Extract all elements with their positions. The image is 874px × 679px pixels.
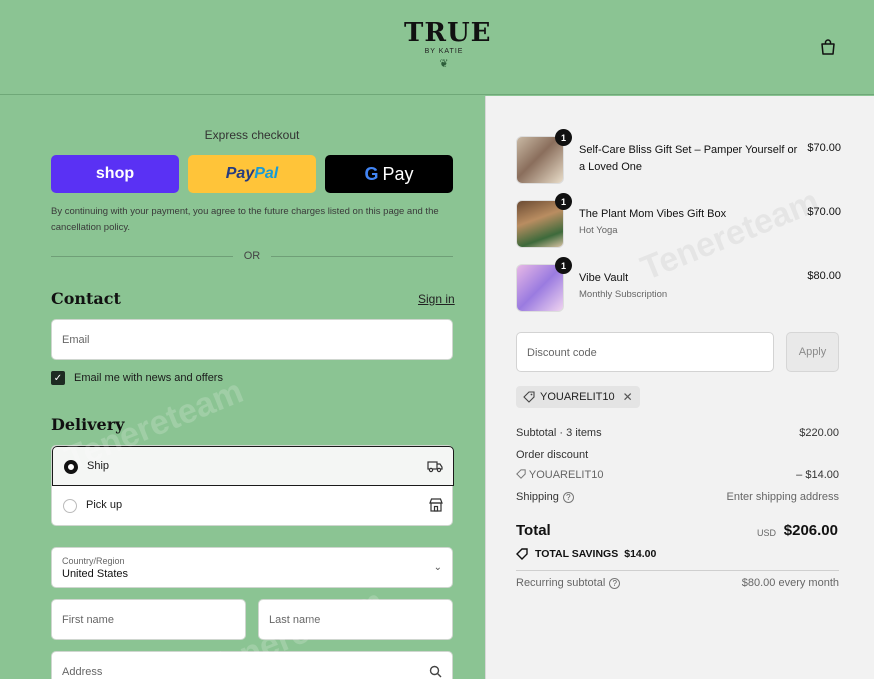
sign-in-link[interactable]: Sign in — [418, 292, 455, 306]
order-summary: 1 Self-Care Bliss Gift Set – Pamper Your… — [485, 96, 874, 679]
savings-value: $14.00 — [624, 548, 657, 560]
total-currency: USD — [756, 528, 776, 538]
logo-tagline: BY KATIE — [424, 48, 464, 55]
paypal-label-pay: Pay — [225, 165, 255, 182]
email-field[interactable]: Email — [51, 319, 453, 360]
delivery-heading: Delivery — [51, 415, 125, 434]
or-divider: OR — [51, 248, 453, 264]
ship-label: Ship — [87, 460, 110, 472]
last-name-placeholder: Last name — [269, 614, 321, 626]
google-g-icon: G — [364, 163, 379, 184]
delivery-option-pickup[interactable]: Pick up — [52, 486, 454, 526]
shop-pay-button[interactable]: shop — [51, 155, 179, 193]
subtotal-label: Subtotal · 3 items — [516, 427, 602, 439]
help-icon[interactable]: ? — [609, 577, 621, 589]
discount-code-placeholder: Discount code — [527, 347, 597, 359]
quantity-badge: 1 — [555, 193, 572, 210]
applied-code: YOUARELIT10 — [540, 391, 615, 403]
quantity-badge: 1 — [555, 129, 572, 146]
item-name: Self-Care Bliss Gift Set – Pamper Yourse… — [579, 144, 798, 173]
first-name-placeholder: First name — [62, 614, 114, 626]
pickup-label: Pick up — [86, 499, 123, 511]
shipping-row: Shipping? Enter shipping address — [516, 491, 839, 503]
cart-item: 1 Vibe Vault Monthly Subscription $80.00 — [516, 257, 841, 314]
item-name: The Plant Mom Vibes Gift Box — [579, 208, 727, 220]
store-icon — [429, 498, 443, 512]
savings-label: TOTAL SAVINGS — [535, 548, 619, 560]
ship-radio[interactable] — [64, 460, 78, 474]
total-label: Total — [516, 522, 551, 539]
pickup-radio[interactable] — [63, 499, 77, 513]
country-caption: Country/Region — [62, 556, 125, 566]
paypal-label-pal: Pal — [254, 165, 279, 182]
apply-discount-button[interactable]: Apply — [786, 332, 839, 372]
first-name-field[interactable]: First name — [51, 599, 246, 640]
shopping-bag-icon[interactable] — [819, 38, 837, 56]
country-select[interactable]: Country/Region United States ⌄ — [51, 547, 453, 588]
divider — [516, 570, 839, 571]
total-savings: TOTAL SAVINGS $14.00 — [516, 548, 656, 560]
delivery-method-group: Ship Pick up — [51, 445, 454, 526]
item-name: Vibe Vault — [579, 272, 629, 284]
item-variant: Monthly Subscription — [579, 289, 668, 300]
shipping-value: Enter shipping address — [726, 491, 839, 503]
tag-icon — [523, 391, 535, 403]
google-pay-label: Pay — [382, 163, 414, 184]
payment-consent-text: By continuing with your payment, you agr… — [51, 206, 439, 233]
search-icon[interactable] — [429, 665, 442, 678]
newsletter-option[interactable]: ✓ Email me with news and offers — [51, 371, 223, 385]
applied-discount-chip: YOUARELIT10 ✕ — [516, 386, 640, 408]
paypal-button[interactable]: Pay Pal — [188, 155, 316, 193]
newsletter-checkbox[interactable]: ✓ — [51, 371, 65, 385]
newsletter-label: Email me with news and offers — [74, 372, 223, 384]
item-price: $80.00 — [807, 270, 841, 282]
item-price: $70.00 — [807, 142, 841, 154]
express-checkout-title: Express checkout — [204, 128, 300, 142]
divider-line-right — [271, 256, 453, 257]
total-value: $206.00 — [783, 522, 838, 539]
subtotal-value: $220.00 — [799, 427, 839, 439]
chevron-down-icon: ⌄ — [433, 562, 442, 573]
order-discount-row: Order discount — [516, 449, 839, 461]
item-price: $70.00 — [807, 206, 841, 218]
tag-icon — [516, 548, 528, 560]
or-label: OR — [243, 250, 261, 262]
discount-code-label: YOUARELIT10 — [528, 469, 604, 481]
item-variant: Hot Yoga — [579, 225, 618, 236]
delivery-option-ship[interactable]: Ship — [52, 446, 454, 486]
order-discount-label: Order discount — [516, 449, 589, 461]
discount-code-input[interactable]: Discount code — [516, 332, 774, 372]
discount-code-row: YOUARELIT10 – $14.00 — [516, 469, 839, 481]
last-name-field[interactable]: Last name — [258, 599, 453, 640]
recurring-value: $80.00 every month — [741, 577, 839, 589]
shipping-label: Shipping — [516, 491, 559, 503]
cart-item: 1 Self-Care Bliss Gift Set – Pamper Your… — [516, 129, 841, 186]
address-placeholder: Address — [62, 666, 103, 678]
quantity-badge: 1 — [555, 257, 572, 274]
logo-wordmark: TRUE — [404, 18, 492, 48]
help-icon[interactable]: ? — [562, 491, 574, 503]
leaf-icon: ❦ — [439, 58, 449, 70]
tag-icon — [516, 469, 526, 479]
email-placeholder: Email — [62, 334, 90, 346]
subtotal-row: Subtotal · 3 items $220.00 — [516, 427, 839, 439]
recurring-label: Recurring subtotal — [516, 577, 606, 589]
google-pay-button[interactable]: G Pay — [325, 155, 453, 193]
contact-heading: Contact — [51, 289, 121, 308]
divider-line-left — [51, 256, 233, 257]
remove-discount-icon[interactable]: ✕ — [623, 390, 633, 404]
header: TRUE BY KATIE ❦ — [0, 0, 874, 95]
country-value: United States — [62, 568, 129, 580]
shop-pay-label: shop — [95, 165, 135, 182]
cart-item: 1 The Plant Mom Vibes Gift Box Hot Yoga … — [516, 193, 841, 250]
brand-logo[interactable]: TRUE BY KATIE ❦ — [404, 18, 492, 70]
checkout-form: Express checkout shop Pay Pal G Pay By co… — [0, 96, 485, 679]
discount-value: – $14.00 — [796, 469, 839, 481]
truck-icon — [427, 461, 443, 473]
recurring-subtotal-row: Recurring subtotal? $80.00 every month — [516, 577, 839, 589]
address-field[interactable]: Address — [51, 651, 453, 679]
